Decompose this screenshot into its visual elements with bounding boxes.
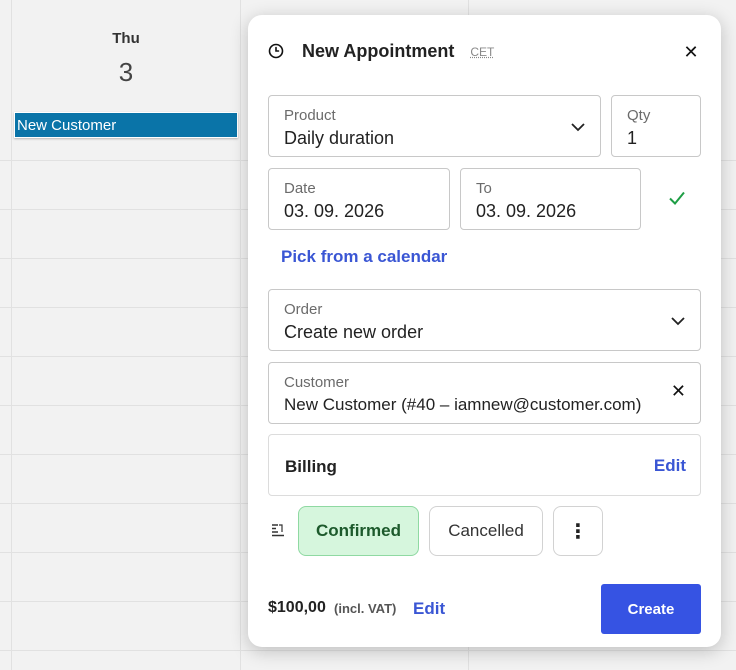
customer-value: New Customer (#40 – iamnew@customer.com) [284, 395, 642, 414]
billing-section: Billing Edit [268, 434, 701, 496]
check-icon [669, 191, 685, 205]
clear-customer-icon[interactable]: ✕ [671, 381, 686, 402]
customer-label: Customer [284, 374, 350, 391]
cancelled-button[interactable]: Cancelled [429, 506, 543, 556]
grid-line [11, 0, 12, 670]
more-options-button[interactable]: ⋮ [553, 506, 603, 556]
vat-note: (incl. VAT) [334, 601, 397, 616]
day-name: Thu [112, 30, 140, 47]
product-label: Product [284, 107, 336, 124]
billing-title: Billing [285, 457, 337, 476]
product-select[interactable]: Product Daily duration [268, 95, 601, 157]
date-from-input[interactable]: Date 03. 09. 2026 [268, 168, 450, 230]
day-number: 3 [118, 57, 134, 87]
dialog-title: New Appointment [302, 40, 455, 61]
qty-input[interactable]: Qty 1 [611, 95, 701, 157]
chevron-down-icon [571, 123, 585, 132]
chevron-down-icon [671, 317, 685, 326]
date-to-value: 03. 09. 2026 [476, 201, 577, 221]
date-to-input[interactable]: To 03. 09. 2026 [460, 168, 641, 230]
price-edit-link[interactable]: Edit [413, 599, 445, 619]
order-select[interactable]: Order Create new order [268, 289, 701, 351]
dialog-header: New Appointment CET ✕ [268, 40, 701, 62]
create-button[interactable]: Create [601, 584, 701, 634]
product-value: Daily duration [284, 128, 395, 148]
calendar-event[interactable]: New Customer [14, 112, 238, 138]
pick-from-calendar-link[interactable]: Pick from a calendar [281, 247, 447, 267]
qty-value: 1 [627, 128, 638, 148]
qty-label: Qty [627, 107, 651, 124]
date-from-label: Date [284, 180, 316, 197]
date-from-value: 03. 09. 2026 [284, 201, 385, 221]
confirmed-button[interactable]: Confirmed [298, 506, 419, 556]
date-to-label: To [476, 180, 492, 197]
billing-edit-link[interactable]: Edit [654, 456, 686, 476]
price-total: $100,00 [268, 599, 326, 616]
day-header[interactable]: Thu 3 [12, 30, 240, 88]
order-label: Order [284, 301, 323, 318]
dialog-footer: $100,00 (incl. VAT) Edit Create [268, 584, 701, 634]
clock-icon [268, 43, 284, 59]
grid-line [0, 650, 736, 651]
notes-icon[interactable] [270, 523, 286, 539]
grid-line [240, 0, 241, 670]
order-value: Create new order [284, 322, 424, 342]
customer-field[interactable]: Customer New Customer (#40 – iamnew@cust… [268, 362, 701, 424]
timezone-label[interactable]: CET [470, 45, 494, 59]
new-appointment-dialog: New Appointment CET ✕ Product Daily dura… [248, 15, 721, 647]
close-icon[interactable]: ✕ [681, 42, 701, 62]
